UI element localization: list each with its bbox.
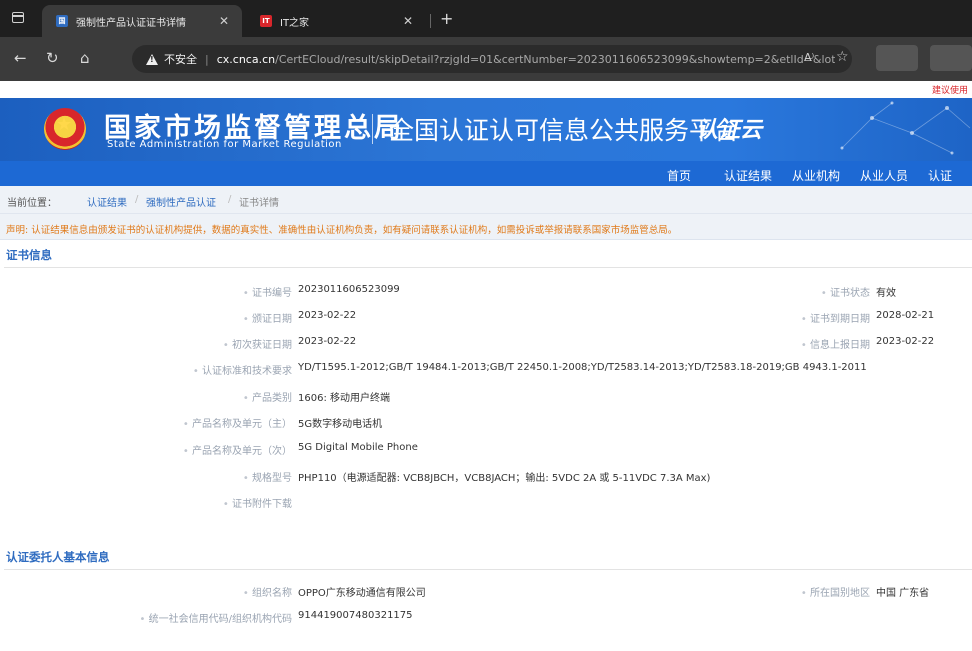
product-category-value: 1606: 移动用户终端	[298, 393, 390, 404]
tab-divider	[430, 14, 431, 28]
ithome-favicon-icon: IT	[260, 15, 272, 27]
network-decoration-icon	[840, 101, 971, 155]
standards-value: YD/T1595.1-2012;GB/T 19484.1-2013;GB/T 2…	[298, 362, 867, 373]
agency-name-en: State Administration for Market Regulati…	[107, 139, 342, 150]
product-name-main-value: 5G数字移动电话机	[298, 419, 383, 430]
new-tab-plus-icon[interactable]: +	[440, 9, 453, 28]
breadcrumb-label: 当前位置：	[7, 198, 57, 209]
platform-title: 全国认证认可信息公共服务平台	[389, 116, 740, 145]
field-label: 规格型号	[243, 469, 292, 484]
nav-cert[interactable]: 认证	[928, 167, 952, 184]
tab-title: IT之家	[280, 17, 310, 29]
region-value: 中国 广东省	[876, 588, 930, 599]
first-cert-date-value: 2023-02-22	[298, 336, 357, 347]
close-icon[interactable]: ✕	[216, 14, 232, 28]
nav-cert-results[interactable]: 认证结果	[724, 167, 772, 184]
tab-title: 强制性产品认证证书详情	[76, 17, 186, 29]
warning-icon: !	[146, 53, 158, 65]
security-status[interactable]: 不安全	[164, 51, 197, 67]
cert-section-title: 证书信息	[6, 248, 52, 262]
breadcrumb-separator: /	[135, 194, 139, 205]
nav-home[interactable]: 首页	[667, 167, 691, 184]
field-label: 证书到期日期	[801, 310, 870, 325]
address-toolbar: ← ↻ ⌂ ! 不安全 | cx.cnca.cn /CertECloud/res…	[0, 37, 972, 81]
expiry-date-value: 2028-02-21	[876, 310, 935, 321]
nav-institutions[interactable]: 从业机构	[792, 167, 840, 184]
profile-avatar[interactable]	[876, 45, 918, 71]
section-divider	[4, 267, 972, 268]
back-arrow-icon[interactable]: ←	[14, 49, 27, 67]
nav-practitioners[interactable]: 从业人员	[860, 167, 908, 184]
emblem-star-icon: ★	[56, 114, 73, 135]
attachment-download-link[interactable]: 证书附件下载	[223, 495, 292, 510]
browser-recommendation-note: 建议使用	[931, 86, 968, 96]
client-section-title: 认证委托人基本信息	[6, 550, 110, 564]
field-label: 信息上报日期	[801, 336, 870, 351]
field-label: 认证标准和技术要求	[193, 362, 292, 377]
tab-cert-detail[interactable]: 国 强制性产品认证证书详情 ✕	[42, 5, 242, 37]
extensions-area[interactable]	[930, 45, 972, 71]
banner-divider	[372, 114, 373, 144]
url-host: cx.cnca.cn	[216, 52, 276, 66]
read-aloud-icon[interactable]: A⁾	[804, 51, 814, 64]
breadcrumb-separator: /	[228, 194, 232, 205]
field-label: 产品名称及单元（主）	[183, 415, 292, 430]
disclaimer-text: 声明: 认证结果信息由颁发证书的认证机构提供，数据的真实性、准确性由认证机构负责…	[6, 225, 678, 236]
field-label: 初次获证日期	[223, 336, 292, 351]
breadcrumb-ccc[interactable]: 强制性产品认证	[146, 194, 216, 209]
field-label: 颁证日期	[243, 310, 292, 325]
product-name-sub-value: 5G Digital Mobile Phone	[298, 442, 418, 453]
tab-actions-icon[interactable]	[12, 12, 24, 23]
report-date-value: 2023-02-22	[876, 336, 935, 347]
cert-status-value: 有效	[876, 288, 896, 299]
site-banner: ★ 国家市场监督管理总局 State Administration for Ma…	[0, 98, 972, 161]
main-nav: 首页 认证结果 从业机构 从业人员 认证	[0, 161, 972, 186]
field-label: 统一社会信用代码/组织机构代码	[140, 610, 292, 625]
url-path: /CertECloud/result/skipDetail?rzjgId=01&…	[275, 52, 836, 66]
url-separator: |	[205, 52, 209, 66]
field-label: 产品名称及单元（次）	[183, 442, 292, 457]
field-label: 产品类别	[243, 389, 292, 404]
field-label: 组织名称	[243, 584, 292, 599]
field-label: 证书编号	[243, 284, 292, 299]
close-icon[interactable]: ✕	[400, 14, 416, 28]
issue-date-value: 2023-02-22	[298, 310, 357, 321]
field-label: 证书状态	[821, 284, 870, 299]
refresh-icon[interactable]: ↻	[46, 49, 59, 67]
platform-logo: 认证云	[696, 118, 763, 143]
breadcrumb-current: 证书详情	[239, 198, 279, 209]
model-spec-value: PHP110（电源适配器: VCB8JBCH，VCB8JACH；输出: 5VDC…	[298, 473, 711, 484]
org-name-value: OPPO广东移动通信有限公司	[298, 588, 426, 599]
home-icon[interactable]: ⌂	[80, 49, 90, 67]
tab-ithome[interactable]: IT IT之家 ✕	[246, 5, 426, 37]
breadcrumb: 当前位置： 认证结果 / 强制性产品认证 / 证书详情	[0, 186, 972, 214]
field-label: 所在国别地区	[801, 584, 870, 599]
favorite-star-icon[interactable]: ☆	[836, 49, 849, 65]
disclaimer-bar: 声明: 认证结果信息由颁发证书的认证机构提供，数据的真实性、准确性由认证机构负责…	[0, 214, 972, 240]
breadcrumb-cert-results[interactable]: 认证结果	[87, 194, 127, 209]
browser-tab-bar: 国 强制性产品认证证书详情 ✕ IT IT之家 ✕ +	[0, 0, 972, 37]
cert-number-value: 2023011606523099	[298, 284, 400, 295]
section-divider	[4, 569, 972, 570]
address-bar[interactable]: ! 不安全 | cx.cnca.cn /CertECloud/result/sk…	[132, 45, 852, 73]
site-favicon-icon: 国	[56, 15, 68, 27]
credit-code-value: 914419007480321175	[298, 610, 413, 621]
top-strip: 建议使用	[0, 81, 972, 98]
